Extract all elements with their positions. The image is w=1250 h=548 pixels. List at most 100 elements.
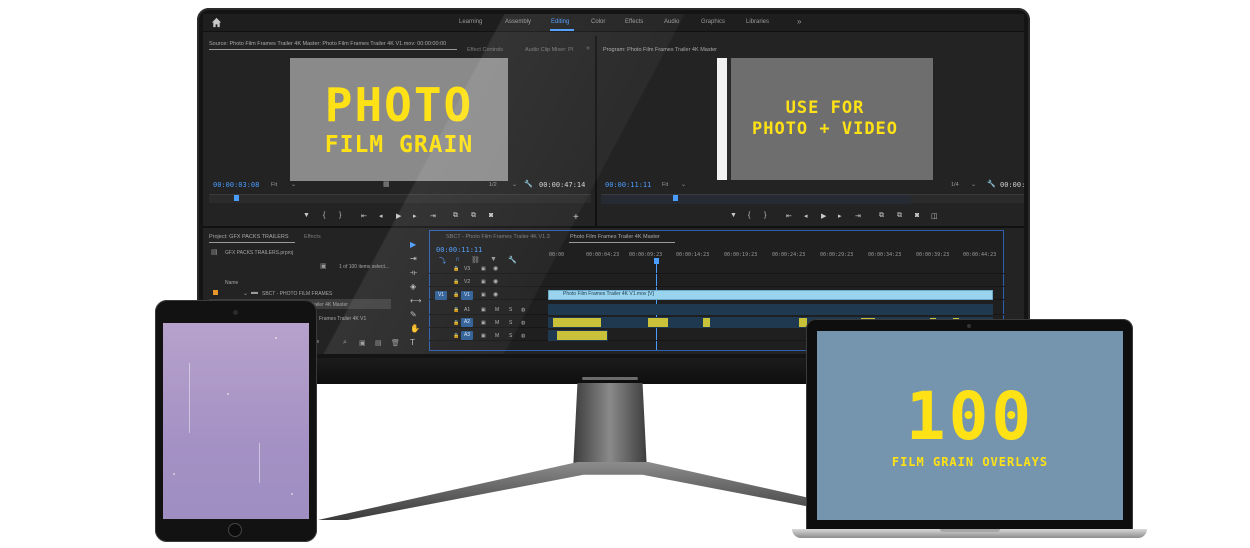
track-a1-mic-icon[interactable]: ◍ (521, 307, 525, 313)
source-in-icon[interactable]: { (323, 212, 325, 219)
track-v2-lock-icon[interactable]: 🔒 (453, 279, 459, 285)
project-name-header[interactable]: Name (225, 280, 238, 286)
track-a1-solo[interactable]: S (509, 307, 512, 313)
program-out-icon[interactable]: } (764, 212, 766, 219)
program-compare-icon[interactable]: ◫ (931, 212, 938, 220)
track-a2-mute[interactable]: M (495, 320, 499, 326)
timeline-tab-master[interactable]: Photo Film Frames Trailer 4K Master (570, 234, 660, 240)
project-folder-chevron-icon[interactable]: ⌄ (243, 290, 248, 297)
track-v1-source-patch[interactable]: V1 (435, 291, 447, 300)
program-playhead[interactable] (673, 195, 678, 201)
source-overwrite-icon[interactable]: ⧉ (471, 212, 476, 220)
source-settings-icon[interactable]: ▦ (383, 180, 390, 188)
source-play-icon[interactable]: ▶ (396, 212, 401, 220)
program-go-in-icon[interactable]: ⇤ (786, 212, 792, 220)
timeline-marker-icon[interactable]: ▼ (490, 256, 497, 263)
track-v1-sync-icon[interactable]: ▣ (481, 292, 486, 298)
effects-tab[interactable]: Effects (304, 234, 321, 240)
slip-tool-icon[interactable]: ⟷ (410, 296, 421, 305)
source-out-icon[interactable]: } (339, 212, 341, 219)
project-folder-name[interactable]: SBCT - PHOTO FILM FRAMES (262, 291, 332, 297)
source-resolution-select[interactable]: 1/2 (489, 182, 497, 188)
source-insert-icon[interactable]: ⧉ (453, 212, 458, 220)
track-a2-lock-icon[interactable]: 🔒 (453, 320, 459, 326)
program-marker-icon[interactable]: ▼ (730, 212, 737, 219)
source-fit-select[interactable]: Fit (271, 182, 277, 188)
track-v2-sync-icon[interactable]: ▣ (481, 279, 486, 285)
track-a1-lock-icon[interactable]: 🔒 (453, 307, 459, 313)
track-v2-eye-icon[interactable]: ◉ (493, 278, 498, 285)
nav-graphics[interactable]: Graphics (701, 19, 725, 25)
project-trash-icon[interactable]: 🗑 (391, 339, 400, 347)
source-tab[interactable]: Source: Photo Film Frames Trailer 4K Mas… (209, 41, 446, 47)
type-tool-icon[interactable]: T (410, 338, 415, 347)
track-a2-solo[interactable]: S (509, 320, 512, 326)
program-play-icon[interactable]: ▶ (821, 212, 826, 220)
nav-editing[interactable]: Editing (551, 19, 569, 25)
track-v1-eye-icon[interactable]: ◉ (493, 291, 498, 298)
source-fit-chevron-icon[interactable]: ⌄ (291, 181, 296, 188)
source-step-back-icon[interactable]: ◂ (379, 212, 383, 220)
source-wrench-icon[interactable]: 🔧 (524, 180, 533, 188)
track-a1-sync-icon[interactable]: ▣ (481, 307, 486, 313)
source-marker-icon[interactable]: ▼ (303, 212, 310, 219)
track-a3-lock-icon[interactable]: 🔒 (453, 333, 459, 339)
ripple-edit-tool-icon[interactable]: ⟛ (410, 268, 417, 278)
program-resolution-select[interactable]: 1/4 (951, 182, 959, 188)
source-go-in-icon[interactable]: ⇤ (361, 212, 367, 220)
nav-color[interactable]: Color (591, 19, 605, 25)
project-search-icon[interactable]: ⌕ (343, 339, 347, 347)
program-go-out-icon[interactable]: ⇥ (855, 212, 861, 220)
effect-controls-tab[interactable]: Effect Controls (467, 47, 503, 53)
source-export-frame-icon[interactable]: ◙ (489, 212, 493, 219)
nav-effects[interactable]: Effects (625, 19, 643, 25)
program-timecode[interactable]: 00:00:11:11 (605, 181, 651, 189)
program-export-frame-icon[interactable]: ◙ (915, 212, 919, 219)
razor-tool-icon[interactable]: ◈ (410, 282, 416, 291)
home-icon[interactable] (211, 17, 222, 28)
track-a2-label[interactable]: A2 (461, 318, 473, 327)
program-fit-select[interactable]: Fit (662, 182, 668, 188)
source-scrub-bar[interactable] (209, 194, 591, 203)
track-select-tool-icon[interactable]: ⇥ (410, 254, 417, 263)
track-a3-mic-icon[interactable]: ◍ (521, 333, 525, 339)
track-a1-mute[interactable]: M (495, 307, 499, 313)
program-tab[interactable]: Program: Photo Film Frames Trailer 4K Ma… (603, 47, 717, 53)
track-a3-solo[interactable]: S (509, 333, 512, 339)
source-go-out-icon[interactable]: ⇥ (430, 212, 436, 220)
source-step-forward-icon[interactable]: ▸ (413, 212, 417, 220)
source-resolution-chevron-icon[interactable]: ⌄ (512, 181, 517, 188)
nav-more-button[interactable]: » (797, 17, 801, 26)
source-playhead[interactable] (234, 195, 239, 201)
program-wrench-icon[interactable]: 🔧 (987, 180, 996, 188)
track-a2-sync-icon[interactable]: ▣ (481, 320, 486, 326)
program-lift-icon[interactable]: ⧉ (879, 212, 884, 220)
pen-tool-icon[interactable]: ✎ (410, 310, 417, 319)
timeline-audio-clip-a1[interactable] (548, 304, 993, 315)
nav-learning[interactable]: Learning (459, 19, 482, 25)
selection-tool-icon[interactable]: ▶ (410, 240, 416, 249)
project-folder-icon[interactable]: ▣ (320, 262, 327, 270)
project-new-bin-icon[interactable]: ▣ (359, 339, 366, 347)
source-add-button-icon[interactable]: + (573, 212, 579, 223)
track-v3-lock-icon[interactable]: 🔒 (453, 266, 459, 272)
nav-audio[interactable]: Audio (664, 19, 679, 25)
program-step-forward-icon[interactable]: ▸ (838, 212, 842, 220)
timeline-tab-v13[interactable]: SBCT - Photo Film Frames Trailer 4K V1.3 (446, 234, 550, 240)
audio-mixer-tab[interactable]: Audio Clip Mixer: Pl (525, 47, 573, 53)
source-timecode[interactable]: 00:00:03:08 (213, 181, 259, 189)
track-v1-label[interactable]: V1 (461, 291, 473, 300)
track-v1-lock-icon[interactable]: 🔒 (453, 292, 459, 298)
track-v3-sync-icon[interactable]: ▣ (481, 266, 486, 272)
source-more-button[interactable]: » (586, 45, 590, 52)
track-a3-label[interactable]: A3 (461, 331, 473, 340)
project-item-v1[interactable]: Frames Trailer 4K V1 (319, 316, 366, 322)
program-step-back-icon[interactable]: ◂ (804, 212, 808, 220)
nav-libraries[interactable]: Libraries (746, 19, 769, 25)
nav-assembly[interactable]: Assembly (505, 19, 531, 25)
program-in-icon[interactable]: { (748, 212, 750, 219)
program-resolution-chevron-icon[interactable]: ⌄ (971, 181, 976, 188)
track-v3-eye-icon[interactable]: ◉ (493, 265, 498, 272)
project-tab[interactable]: Project: GFX PACKS TRAILERS (209, 234, 289, 240)
timeline-timecode[interactable]: 00:00:11:11 (436, 246, 482, 254)
